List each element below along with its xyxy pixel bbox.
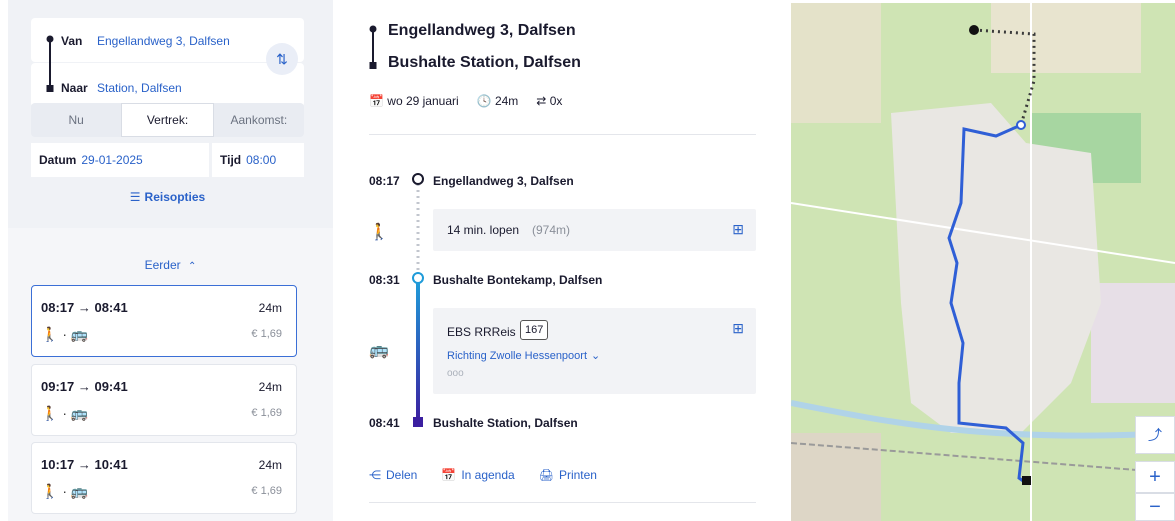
- walk-icon: 🚶: [369, 224, 389, 241]
- earlier-label: Eerder: [144, 258, 181, 272]
- printer-icon: 🖨: [538, 468, 554, 482]
- print-button[interactable]: 🖨 Printen: [539, 468, 597, 482]
- stop-name: Bushalte Bontekamp, Dalfsen: [433, 273, 603, 287]
- calendar-button[interactable]: 📅 In agenda: [441, 468, 514, 482]
- trip-date: wo 29 januari: [387, 94, 459, 108]
- trip-actions: ⋲ Delen 📅 In agenda 🖨 Printen: [369, 468, 597, 482]
- route-toggle-button[interactable]: ⤴: [1135, 416, 1175, 454]
- walk-text: 14 min. lopen: [447, 223, 520, 237]
- stop-time: 08:31: [369, 273, 400, 287]
- clock-icon: 🕓: [476, 94, 495, 108]
- share-label: Delen: [386, 468, 418, 482]
- route-line-icon: [46, 35, 54, 92]
- trip-duration: 24m: [494, 94, 519, 108]
- minus-icon: −: [1149, 495, 1161, 518]
- duration-meta: 🕓 24m: [477, 94, 519, 108]
- trip-to-title: Bushalte Station, Dalfsen: [388, 54, 581, 71]
- tab-arrival[interactable]: Aankomst:: [214, 103, 304, 137]
- to-label: Naar: [61, 81, 88, 95]
- transfer-icon: ⇄: [536, 94, 550, 108]
- map-icon[interactable]: ⊞: [732, 320, 744, 337]
- map-canvas: [791, 3, 1175, 521]
- divider: [369, 134, 756, 135]
- from-value[interactable]: Engellandweg 3, Dalfsen: [97, 34, 230, 48]
- trip-meta: 📅 wo 29 januari 🕓 24m ⇄ 0x: [369, 94, 562, 108]
- chevron-up-icon: ⌃: [187, 261, 197, 272]
- result-price: € 1,69: [251, 328, 282, 340]
- departure-mode-tabs: Nu Vertrek: Aankomst:: [31, 103, 304, 137]
- tab-now[interactable]: Nu: [31, 103, 121, 137]
- timeline-line: [412, 173, 424, 427]
- earlier-button[interactable]: Eerder ⌃: [8, 258, 333, 272]
- swap-button[interactable]: ⇅: [266, 43, 298, 75]
- stop-time: 08:41: [369, 416, 400, 430]
- occupancy-icon: ooo: [447, 368, 464, 379]
- route-map[interactable]: ⤴ + −: [791, 3, 1175, 521]
- result-card[interactable]: 10:17 → 10:41 24m 🚶 · 🚌 € 1,69: [31, 442, 297, 514]
- walk-leg[interactable]: 14 min. lopen (974m) ⊞: [433, 209, 756, 251]
- transfers-meta: ⇄ 0x: [536, 94, 562, 108]
- calendar-icon: 📅: [441, 468, 457, 482]
- walk-bus-icons: 🚶 · 🚌: [41, 326, 89, 342]
- result-times: 08:17 → 08:41: [41, 300, 128, 315]
- share-button[interactable]: ⋲ Delen: [369, 468, 417, 482]
- map-icon[interactable]: ⊞: [732, 221, 744, 238]
- options-button[interactable]: ☰ Reisopties: [31, 190, 304, 204]
- time-value: 08:00: [246, 153, 277, 167]
- result-card[interactable]: 09:17 → 09:41 24m 🚶 · 🚌 € 1,69: [31, 364, 297, 436]
- walk-distance: (974m): [532, 223, 571, 237]
- swap-icon: ⇅: [276, 50, 288, 67]
- print-label: Printen: [558, 468, 597, 482]
- tab-departure[interactable]: Vertrek:: [121, 103, 214, 137]
- share-icon: ⋲: [369, 468, 381, 482]
- bus-operator: EBS RRReis: [447, 325, 516, 339]
- stop-name: Bushalte Station, Dalfsen: [433, 416, 578, 430]
- time-label: Tijd: [220, 153, 242, 167]
- to-field[interactable]: Naar Station, Dalfsen: [31, 63, 304, 107]
- route-form: Van Engellandweg 3, Dalfsen Naar Station…: [31, 18, 304, 107]
- bus-icon: 🚌: [369, 342, 389, 359]
- result-times: 10:17 → 10:41: [41, 457, 128, 472]
- plus-icon: +: [1149, 465, 1161, 488]
- trip-detail-panel: Engellandweg 3, Dalfsen Bushalte Station…: [333, 0, 787, 521]
- result-card[interactable]: 08:17 → 08:41 24m 🚶 · 🚌 € 1,69: [31, 285, 297, 357]
- divider: [369, 502, 756, 503]
- bus-line-badge: 167: [520, 320, 549, 340]
- result-duration: 24m: [258, 458, 282, 472]
- walk-bus-icons: 🚶 · 🚌: [41, 405, 89, 421]
- result-price: € 1,69: [251, 485, 282, 497]
- zoom-out-button[interactable]: −: [1135, 493, 1175, 521]
- datetime-row: Datum 29-01-2025 Tijd 08:00: [31, 143, 304, 177]
- date-value: 29-01-2025: [81, 153, 143, 167]
- stop-time: 08:17: [369, 174, 400, 188]
- bus-direction-text: Richting Zwolle Hessenpoort: [447, 350, 588, 362]
- results-list: Eerder ⌃ 08:17 → 08:41 24m 🚶 · 🚌 € 1,69 …: [8, 228, 333, 521]
- bus-direction[interactable]: Richting Zwolle Hessenpoort ⌄: [447, 349, 600, 362]
- from-label: Van: [61, 34, 83, 48]
- trip-endpoints-icon: [369, 25, 377, 69]
- walk-bus-icons: 🚶 · 🚌: [41, 483, 89, 499]
- trip-transfers: 0x: [549, 94, 563, 108]
- trip-from-title: Engellandweg 3, Dalfsen: [388, 22, 576, 39]
- from-field[interactable]: Van Engellandweg 3, Dalfsen: [31, 18, 304, 62]
- calendar-meta: 📅 wo 29 januari: [369, 94, 459, 108]
- to-value[interactable]: Station, Dalfsen: [97, 81, 182, 95]
- date-label: Datum: [39, 153, 77, 167]
- time-field[interactable]: Tijd 08:00: [212, 143, 304, 177]
- result-price: € 1,69: [251, 407, 282, 419]
- result-duration: 24m: [258, 301, 282, 315]
- chevron-down-icon: ⌄: [591, 350, 601, 362]
- bus-leg[interactable]: EBS RRReis 167 Richting Zwolle Hessenpoo…: [433, 308, 756, 394]
- calendar-icon: 📅: [369, 94, 388, 108]
- route-icon: ⤴: [1148, 427, 1162, 443]
- calendar-label: In agenda: [461, 468, 515, 482]
- result-duration: 24m: [258, 380, 282, 394]
- zoom-in-button[interactable]: +: [1135, 461, 1175, 493]
- sliders-icon: ☰: [129, 190, 141, 204]
- options-label: Reisopties: [144, 190, 206, 204]
- result-times: 09:17 → 09:41: [41, 379, 128, 394]
- stop-name: Engellandweg 3, Dalfsen: [433, 174, 574, 188]
- date-field[interactable]: Datum 29-01-2025: [31, 143, 209, 177]
